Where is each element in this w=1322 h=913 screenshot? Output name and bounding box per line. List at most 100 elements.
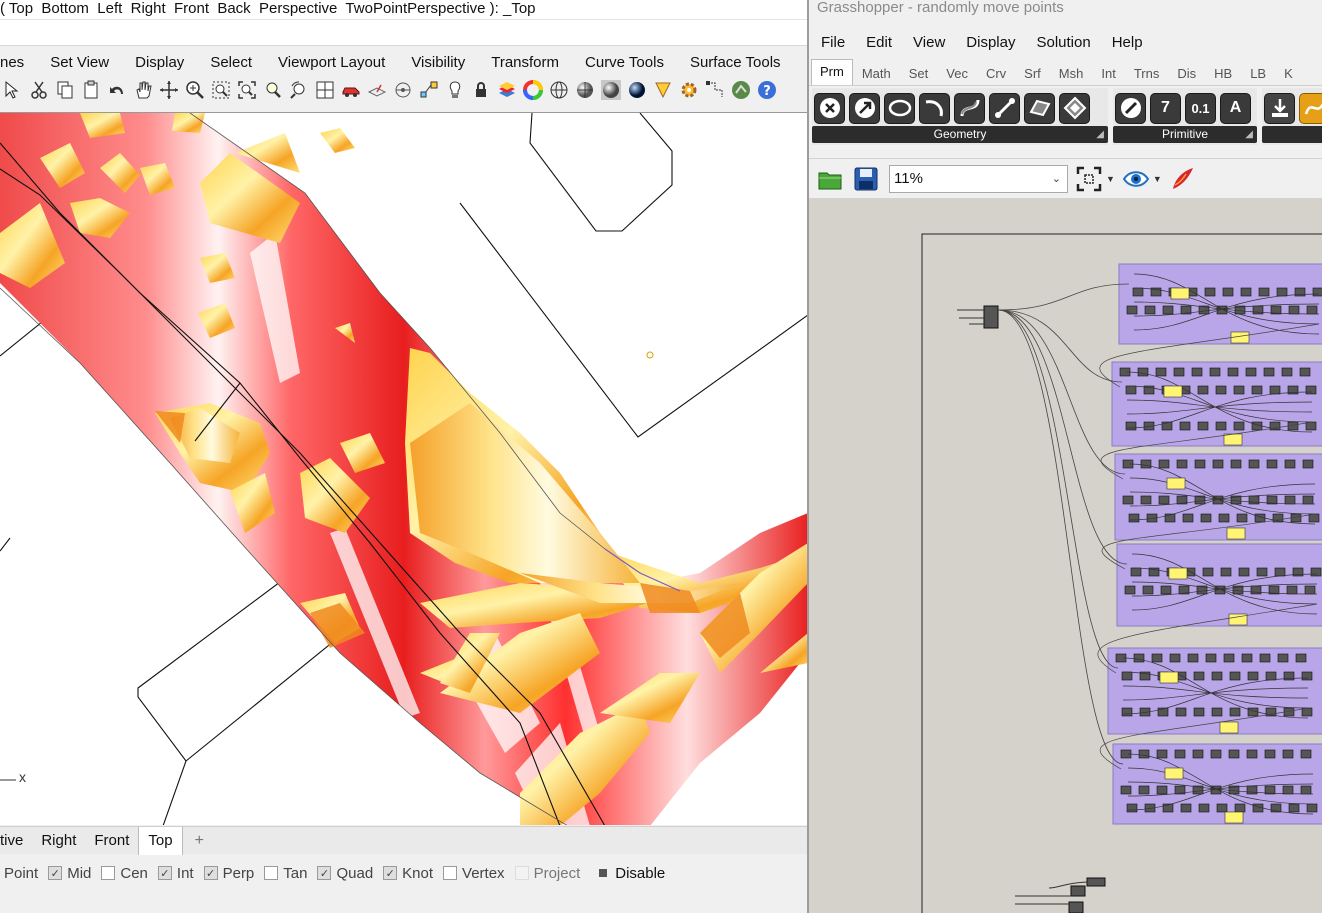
osnap-mid[interactable]: ✓ Mid: [48, 865, 91, 882]
number-param-icon[interactable]: 0.1: [1185, 92, 1216, 124]
toolbar-tab-lines[interactable]: nes: [0, 54, 37, 71]
menu-solution[interactable]: Solution: [1024, 34, 1099, 51]
zoom-selected-icon[interactable]: [262, 80, 283, 101]
osnap-perp[interactable]: ✓ Perp: [203, 865, 254, 882]
rendered-blue-sphere-icon[interactable]: [626, 80, 647, 101]
tab-msh[interactable]: Msh: [1050, 63, 1093, 85]
pan-hand-icon[interactable]: [132, 80, 153, 101]
arc-param-icon[interactable]: [919, 92, 950, 124]
tab-k[interactable]: K: [1275, 63, 1293, 85]
integer-param-icon[interactable]: 7: [1150, 92, 1181, 124]
toolbar-tab-curve-tools[interactable]: Curve Tools: [572, 54, 677, 71]
toolbar-tab-surface-tools[interactable]: Surface Tools: [677, 54, 794, 71]
top-viewport[interactable]: x: [0, 112, 808, 825]
save-file-icon[interactable]: [851, 164, 881, 194]
graph-mapper-icon[interactable]: [1299, 92, 1322, 124]
shaded-sphere-icon[interactable]: [574, 80, 595, 101]
wireframe-sphere-icon[interactable]: [548, 80, 569, 101]
tab-crv[interactable]: Crv: [977, 63, 1015, 85]
help-icon[interactable]: ?: [756, 80, 777, 101]
menu-edit[interactable]: Edit: [854, 34, 901, 51]
data-input-icon[interactable]: [1264, 92, 1295, 124]
line-param-icon[interactable]: [989, 92, 1020, 124]
curve-param-icon[interactable]: [954, 92, 985, 124]
cplane-origin-icon[interactable]: [392, 80, 413, 101]
tab-set[interactable]: Set: [900, 63, 938, 85]
osnap-project[interactable]: Project: [514, 865, 580, 882]
zoom-dynamic-icon[interactable]: [184, 80, 205, 101]
copy-icon[interactable]: [54, 80, 75, 101]
tab-dis[interactable]: Dis: [1168, 63, 1205, 85]
osnap-disable[interactable]: Disable: [596, 865, 665, 882]
paste-icon[interactable]: [80, 80, 101, 101]
tab-hb[interactable]: HB: [1205, 63, 1241, 85]
toolbar-tab-viewport-layout[interactable]: Viewport Layout: [265, 54, 398, 71]
render-icon[interactable]: [652, 80, 673, 101]
menu-help[interactable]: Help: [1100, 34, 1152, 51]
set-cplane-icon[interactable]: [366, 80, 387, 101]
tab-int[interactable]: Int: [1092, 63, 1124, 85]
tab-trns[interactable]: Trns: [1125, 63, 1169, 85]
tab-prm[interactable]: Prm: [811, 59, 853, 85]
rendered-sphere-icon[interactable]: [600, 80, 621, 101]
zoom-extents-icon[interactable]: [236, 80, 257, 101]
command-prompt-input[interactable]: [0, 20, 808, 46]
osnap-point[interactable]: Point: [4, 865, 38, 882]
zoom-window-icon[interactable]: [210, 80, 231, 101]
menu-file[interactable]: File: [809, 34, 854, 51]
undo-view-icon[interactable]: [288, 80, 309, 101]
menu-display[interactable]: Display: [954, 34, 1024, 51]
boolean-param-icon[interactable]: [1115, 92, 1146, 124]
surface-param-icon[interactable]: [1024, 92, 1055, 124]
tab-srf[interactable]: Srf: [1015, 63, 1050, 85]
caret-down-icon[interactable]: ▼: [1153, 174, 1162, 184]
zoom-extents-icon[interactable]: [1074, 164, 1104, 194]
osnap-int[interactable]: ✓ Int: [157, 865, 194, 882]
checkbox-icon[interactable]: [264, 866, 279, 880]
layers-icon[interactable]: [496, 80, 517, 101]
tab-math[interactable]: Math: [853, 63, 900, 85]
gear-settings-icon[interactable]: [678, 80, 699, 101]
caret-down-icon[interactable]: ▼: [1106, 174, 1115, 184]
checkbox-icon[interactable]: [101, 866, 116, 880]
osnap-quad[interactable]: ✓ Quad: [317, 865, 373, 882]
toolbar-tab-visibility[interactable]: Visibility: [398, 54, 478, 71]
cut-icon[interactable]: [28, 80, 49, 101]
tab-top[interactable]: Top: [138, 826, 183, 855]
four-viewports-icon[interactable]: [314, 80, 335, 101]
checkbox-checked-icon[interactable]: ✓: [48, 866, 63, 880]
checkbox-icon[interactable]: [443, 866, 458, 880]
zoom-level-select[interactable]: 11% ⌄: [889, 164, 1068, 193]
group-expand-icon[interactable]: ◢: [1096, 126, 1104, 143]
color-wheel-icon[interactable]: [522, 80, 543, 101]
add-viewport-tab-icon[interactable]: +: [183, 832, 216, 850]
rotate-view-icon[interactable]: [158, 80, 179, 101]
checkbox-checked-icon[interactable]: ✓: [157, 866, 172, 880]
toolbar-tab-display[interactable]: Display: [122, 54, 197, 71]
object-snap-icon[interactable]: [418, 80, 439, 101]
named-views-car-icon[interactable]: [340, 80, 361, 101]
brep-param-icon[interactable]: [1059, 92, 1090, 124]
checkbox-checked-icon[interactable]: ✓: [317, 866, 332, 880]
arrow-param-icon[interactable]: [849, 92, 880, 124]
toolbar-tab-transform[interactable]: Transform: [478, 54, 572, 71]
checkbox-checked-icon[interactable]: ✓: [383, 866, 398, 880]
osnap-knot[interactable]: ✓ Knot: [383, 865, 433, 882]
light-icon[interactable]: [444, 80, 465, 101]
osnap-vertex[interactable]: Vertex: [443, 865, 505, 882]
checkbox-filled-icon[interactable]: [596, 866, 611, 880]
tab-vec[interactable]: Vec: [937, 63, 977, 85]
undo-icon[interactable]: [106, 80, 127, 101]
toolbar-tab-select[interactable]: Select: [197, 54, 265, 71]
gh-canvas[interactable]: [809, 198, 1322, 913]
checkbox-checked-icon[interactable]: ✓: [203, 866, 218, 880]
preview-eye-icon[interactable]: [1121, 164, 1151, 194]
circle-param-icon[interactable]: [884, 92, 915, 124]
text-param-icon[interactable]: A: [1220, 92, 1251, 124]
open-file-icon[interactable]: [815, 164, 845, 194]
lock-icon[interactable]: [470, 80, 491, 101]
close-x-icon[interactable]: [814, 92, 845, 124]
tab-perspective[interactable]: tive: [0, 827, 32, 855]
menu-view[interactable]: View: [901, 34, 954, 51]
sketch-brush-icon[interactable]: [1168, 164, 1198, 194]
